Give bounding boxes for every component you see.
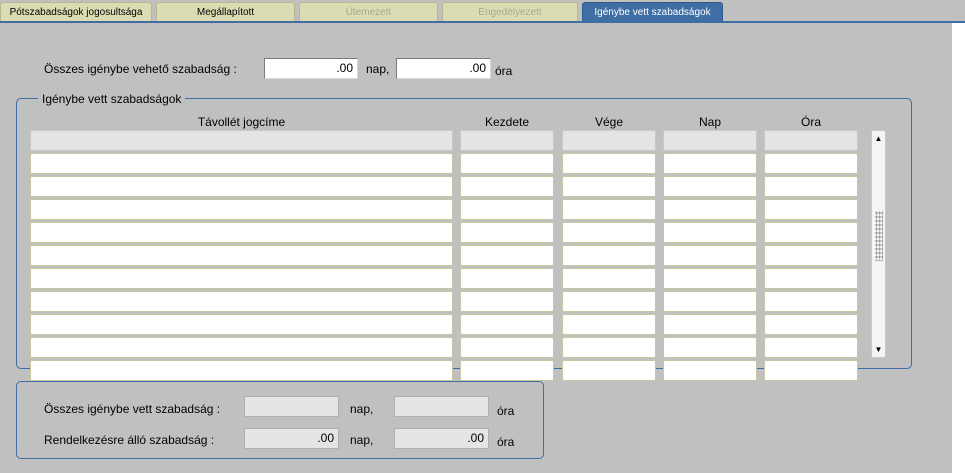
total-used-ora-field (394, 396, 489, 417)
grid-cell-jogcim[interactable] (30, 337, 453, 358)
grid-cell-jogcim[interactable] (30, 314, 453, 335)
tab-megallapitott[interactable]: Megállapított (156, 2, 295, 21)
grid-cell-nap[interactable] (663, 314, 757, 335)
grid-cell-jogcim[interactable] (30, 222, 453, 243)
grid-cell-vege[interactable] (562, 337, 656, 358)
tab-engedelyezett: Engedélyezett (442, 2, 578, 21)
col-header-kezdete: Kezdete (484, 115, 530, 129)
tab-potszabadsagok[interactable]: Pótszabadságok jogosultsága (0, 2, 152, 21)
nap-unit-label: nap, (366, 62, 390, 76)
total-available-nap-field[interactable]: .00 (264, 58, 358, 79)
grid-cell-kezdete[interactable] (460, 360, 554, 381)
used-ora-unit: óra (497, 404, 515, 418)
grid-cell-vege[interactable] (562, 199, 656, 220)
grid-cell-jogcim[interactable] (30, 245, 453, 266)
arrow-down-icon[interactable]: ▼ (872, 343, 885, 356)
grid-cell-nap[interactable] (663, 360, 757, 381)
grid-cell-jogcim[interactable] (30, 199, 453, 220)
grid-cell-nap[interactable] (663, 176, 757, 197)
grid-cell-ora[interactable] (764, 360, 858, 381)
total-available-ora-field[interactable]: .00 (396, 58, 491, 79)
grid-cell-vege[interactable] (562, 153, 656, 174)
grid-cell-vege[interactable] (562, 222, 656, 243)
grid-cell-vege[interactable] (562, 176, 656, 197)
grid-cell-nap[interactable] (663, 153, 757, 174)
ora-unit-label: óra (495, 64, 513, 78)
grid-cell-ora[interactable] (764, 153, 858, 174)
grid-cell-kezdete[interactable] (460, 291, 554, 312)
grid-cell-vege[interactable] (562, 314, 656, 335)
grid-cell-kezdete[interactable] (460, 337, 554, 358)
grid-cell-kezdete[interactable] (460, 268, 554, 289)
grid-cell-kezdete[interactable] (460, 245, 554, 266)
grid-header-cell-ora (764, 130, 858, 151)
grid-header-cell-kezdete (460, 130, 554, 151)
tab-igenybe-vett[interactable]: Igénybe vett szabadságok (582, 2, 723, 21)
grid-cell-vege[interactable] (562, 360, 656, 381)
grid-cell-ora[interactable] (764, 291, 858, 312)
grid-cell-ora[interactable] (764, 222, 858, 243)
grid-cell-kezdete[interactable] (460, 222, 554, 243)
grid-cell-jogcim[interactable] (30, 291, 453, 312)
avail-ora-unit: óra (497, 435, 515, 449)
grid-cell-jogcim[interactable] (30, 176, 453, 197)
total-used-label: Összes igénybe vett szabadság : (44, 402, 221, 416)
grid-cell-nap[interactable] (663, 245, 757, 266)
scroll-grip[interactable] (875, 211, 883, 261)
grid-cell-vege[interactable] (562, 268, 656, 289)
tab-bar: Pótszabadságok jogosultsága Megállapítot… (0, 0, 965, 24)
grid-cell-ora[interactable] (764, 199, 858, 220)
grid-cell-nap[interactable] (663, 291, 757, 312)
grid-cell-vege[interactable] (562, 245, 656, 266)
grid-header-cell-vege (562, 130, 656, 151)
window-edge (952, 23, 965, 473)
available-nap-field: .00 (244, 428, 339, 449)
grid-cell-nap[interactable] (663, 268, 757, 289)
grid-cell-ora[interactable] (764, 314, 858, 335)
used-leave-group-title: Igénybe vett szabadságok (38, 92, 186, 106)
available-ora-field: .00 (394, 428, 489, 449)
grid-cell-ora[interactable] (764, 245, 858, 266)
available-label: Rendelkezésre álló szabadság : (44, 433, 215, 447)
grid-cell-ora[interactable] (764, 337, 858, 358)
grid-cell-kezdete[interactable] (460, 176, 554, 197)
grid-cell-jogcim[interactable] (30, 360, 453, 381)
grid-header-cell-jogcim (30, 130, 453, 151)
col-header-nap: Nap (698, 115, 721, 129)
total-available-label: Összes igénybe vehető szabadság : (44, 62, 237, 76)
tab-utemezett: Ütemezett (299, 2, 438, 21)
col-header-ora: Óra (800, 115, 821, 129)
col-header-vege: Vége (594, 115, 624, 129)
col-header-jogcim: Távollét jogcíme (197, 115, 286, 129)
grid-cell-vege[interactable] (562, 291, 656, 312)
arrow-up-icon[interactable]: ▲ (872, 132, 885, 145)
grid-cell-jogcim[interactable] (30, 268, 453, 289)
grid-cell-nap[interactable] (663, 199, 757, 220)
grid-cell-ora[interactable] (764, 268, 858, 289)
grid-header-cell-nap (663, 130, 757, 151)
grid-cell-kezdete[interactable] (460, 153, 554, 174)
used-nap-unit: nap, (350, 402, 374, 416)
grid-cell-kezdete[interactable] (460, 199, 554, 220)
total-used-nap-field (244, 396, 339, 417)
grid-cell-jogcim[interactable] (30, 153, 453, 174)
avail-nap-unit: nap, (350, 433, 374, 447)
grid-cell-ora[interactable] (764, 176, 858, 197)
grid-scrollbar[interactable]: ▲ ▼ (871, 130, 886, 358)
grid-cell-nap[interactable] (663, 222, 757, 243)
grid-cell-kezdete[interactable] (460, 314, 554, 335)
grid-cell-nap[interactable] (663, 337, 757, 358)
